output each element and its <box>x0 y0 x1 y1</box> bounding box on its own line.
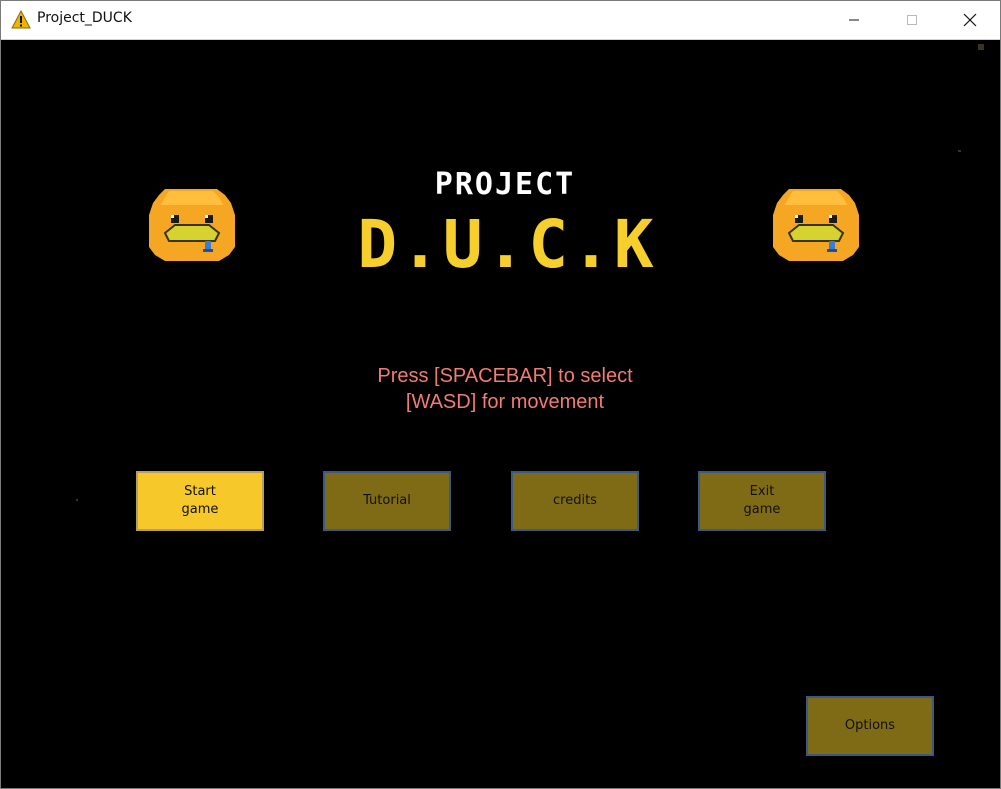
maximize-button[interactable] <box>889 1 935 39</box>
instruction-select: Press [SPACEBAR] to select <box>377 365 633 387</box>
duck-right-icon <box>773 189 859 261</box>
warning-triangle-icon <box>11 9 31 30</box>
game-title-duck: D.U.C.K <box>357 206 657 283</box>
instruction-movement: [WASD] for movement <box>405 391 605 413</box>
background-speck <box>978 44 984 50</box>
background-speck <box>76 499 78 501</box>
minimize-button[interactable] <box>831 1 877 39</box>
title-bar[interactable]: Project_DUCK <box>1 1 1000 40</box>
background-speck <box>958 150 961 152</box>
game-title-project: PROJECT <box>434 167 576 202</box>
tutorial-button[interactable]: Tutorial <box>323 471 451 531</box>
start-game-button[interactable]: Start game <box>136 471 264 531</box>
window-title: Project_DUCK <box>37 10 132 26</box>
close-button[interactable] <box>947 1 993 39</box>
exit-game-button[interactable]: Exit game <box>698 471 826 531</box>
minimize-icon <box>848 14 860 26</box>
close-icon <box>963 13 977 27</box>
credits-button[interactable]: credits <box>511 471 639 531</box>
duck-left-icon <box>149 189 235 261</box>
options-button[interactable]: Options <box>806 696 934 756</box>
app-window: Project_DUCK PROJECT D.U.C.K Press [SPAC… <box>0 0 1001 789</box>
game-canvas[interactable]: PROJECT D.U.C.K Press [SPACEBAR] to sele… <box>2 40 1000 788</box>
maximize-icon <box>906 14 918 26</box>
